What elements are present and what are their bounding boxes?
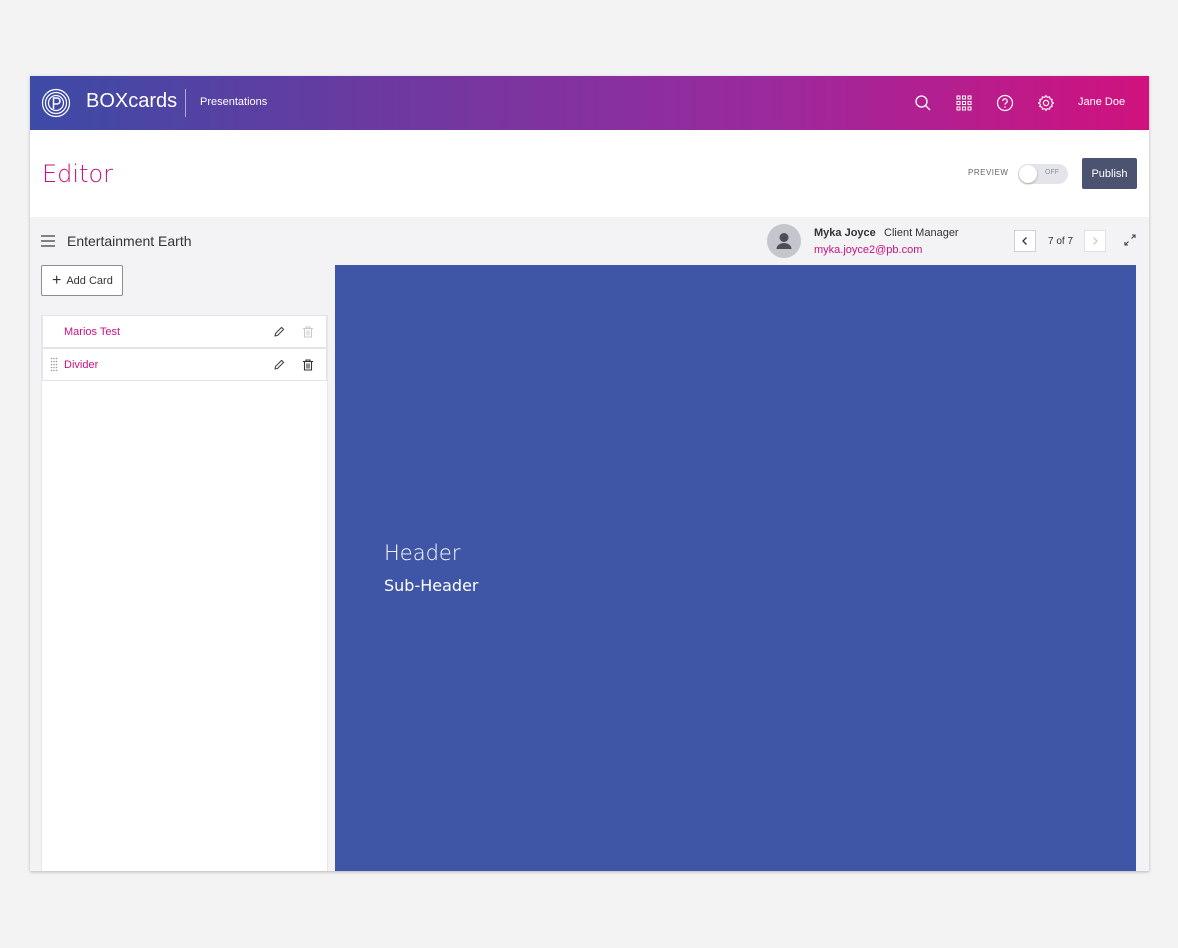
section-name[interactable]: Presentations (200, 96, 267, 108)
expand-icon[interactable] (1123, 233, 1137, 247)
drag-handle-icon[interactable] (50, 357, 58, 373)
contact-role: Client Manager (884, 227, 959, 239)
avatar (767, 224, 801, 258)
edit-pencil-icon[interactable] (272, 358, 286, 372)
hamburger-menu-icon[interactable] (41, 235, 55, 247)
slide-subheader[interactable]: Sub-Header (384, 576, 478, 595)
plus-icon: + (52, 271, 62, 289)
next-card-button[interactable] (1084, 230, 1106, 252)
card-list-item[interactable]: Marios Test (42, 315, 327, 348)
card-title[interactable]: Marios Test (64, 326, 120, 338)
brand-name: BOXcards (86, 90, 178, 112)
page-title: Editor (42, 160, 114, 188)
trash-icon (303, 326, 313, 338)
page-count: 7 of 7 (1048, 236, 1074, 247)
settings-icon[interactable] (1036, 93, 1056, 113)
trash-icon[interactable] (301, 358, 315, 372)
chevron-left-icon (1022, 237, 1027, 245)
slide-canvas[interactable]: Header Sub-Header (335, 265, 1136, 871)
search-icon[interactable] (913, 93, 933, 113)
app-window: BOXcards Presentations Jane Doe Editor P… (30, 76, 1149, 871)
add-card-label: Add Card (66, 274, 113, 287)
top-nav-bar: BOXcards Presentations Jane Doe (30, 76, 1149, 130)
edit-pencil-icon[interactable] (272, 325, 286, 339)
user-menu[interactable]: Jane Doe (1078, 96, 1125, 108)
logo-icon (41, 88, 71, 118)
add-card-button[interactable]: + Add Card (41, 265, 123, 296)
preview-label: PREVIEW (968, 168, 1009, 177)
preview-toggle[interactable]: OFF (1018, 164, 1068, 184)
apps-grid-icon[interactable] (954, 93, 974, 113)
brand-divider (185, 89, 186, 117)
presentation-title: Entertainment Earth (67, 233, 192, 249)
help-icon[interactable] (995, 93, 1015, 113)
user-avatar-icon (776, 233, 792, 249)
slide-header[interactable]: Header (384, 541, 460, 565)
previous-card-button[interactable] (1014, 230, 1036, 252)
card-list-item[interactable]: Divider (42, 348, 327, 381)
toggle-knob (1019, 165, 1037, 183)
card-list-panel (41, 315, 328, 871)
toggle-state: OFF (1045, 169, 1059, 176)
contact-name: Myka Joyce (814, 227, 876, 239)
publish-button[interactable]: Publish (1082, 158, 1137, 189)
chevron-right-icon (1093, 237, 1098, 245)
card-title[interactable]: Divider (64, 359, 98, 371)
contact-email-link[interactable]: myka.joyce2@pb.com (814, 244, 922, 256)
